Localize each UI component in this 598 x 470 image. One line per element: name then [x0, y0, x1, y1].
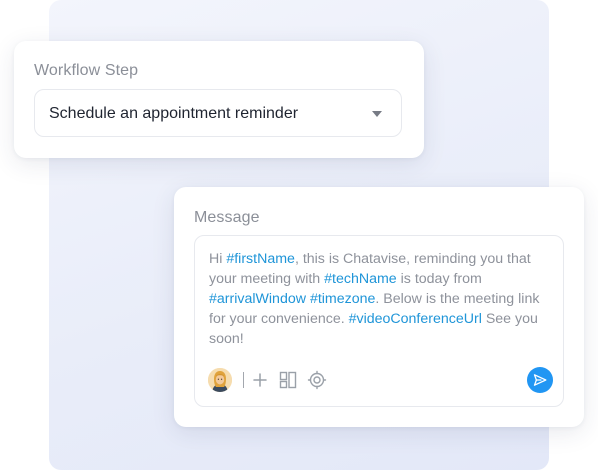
message-title: Message: [194, 209, 260, 226]
plus-icon[interactable]: [250, 370, 270, 390]
workflow-step-selected-value: Schedule an appointment reminder: [49, 105, 299, 122]
variable-tag[interactable]: #techName: [324, 271, 397, 287]
variable-tag[interactable]: #videoConferenceUrl: [349, 311, 482, 327]
target-icon[interactable]: [307, 370, 327, 390]
message-text: Hi: [209, 251, 227, 267]
message-toolbar: [208, 367, 553, 393]
variable-tag[interactable]: #timezone: [310, 291, 375, 307]
message-text: is today from: [396, 271, 482, 287]
send-icon: [533, 374, 547, 386]
variable-tag[interactable]: #arrivalWindow: [209, 291, 306, 307]
page: Workflow Step Schedule an appointment re…: [0, 0, 598, 470]
workflow-step-card: Workflow Step Schedule an appointment re…: [14, 41, 424, 158]
variable-tag[interactable]: #firstName: [226, 251, 295, 267]
send-button[interactable]: [527, 367, 553, 393]
toolbar-divider: [243, 372, 244, 388]
workflow-step-title: Workflow Step: [34, 62, 139, 79]
workflow-step-select[interactable]: Schedule an appointment reminder: [34, 89, 402, 137]
message-card: Message Hi #firstName, this is Chatavise…: [174, 187, 584, 427]
message-body[interactable]: Hi #firstName, this is Chatavise, remind…: [209, 249, 555, 349]
message-editor[interactable]: Hi #firstName, this is Chatavise, remind…: [194, 235, 564, 407]
chevron-down-icon: [372, 111, 382, 117]
avatar[interactable]: [208, 368, 232, 392]
template-grid-icon[interactable]: [278, 370, 298, 390]
